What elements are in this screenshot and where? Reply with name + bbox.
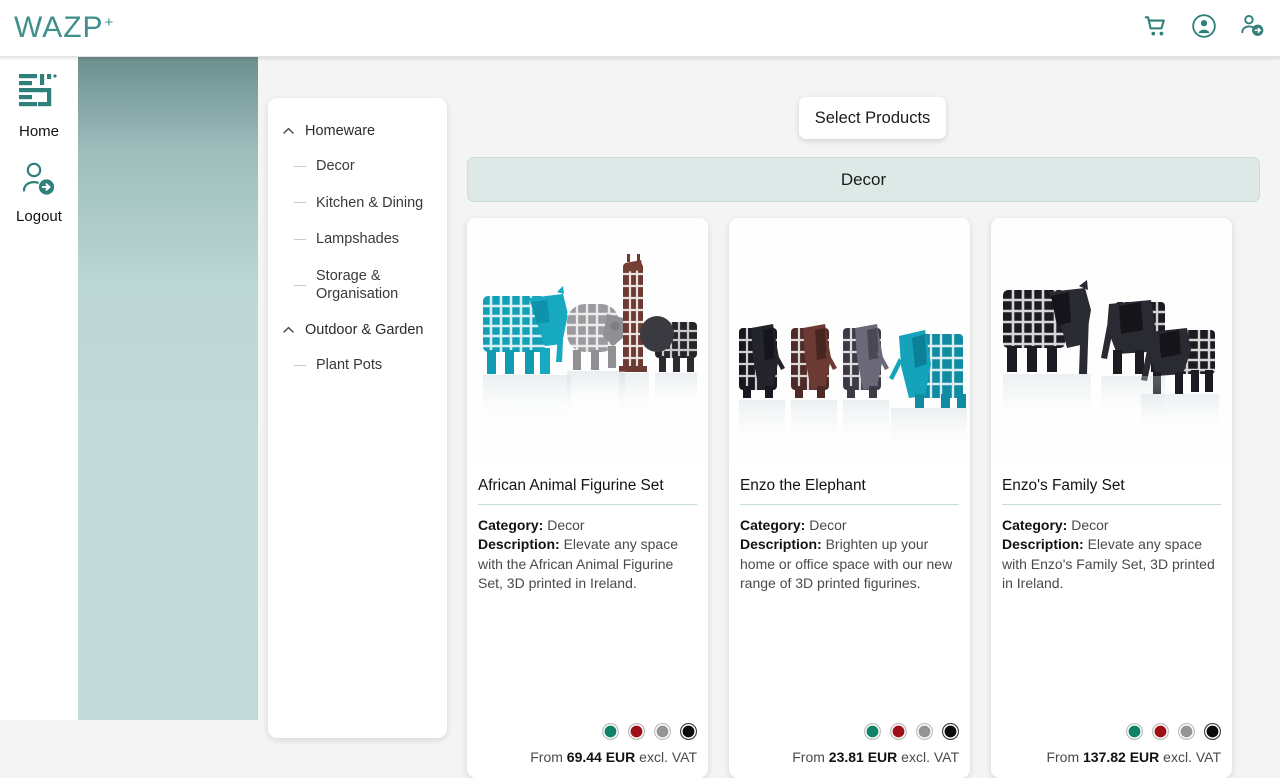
category-group-label: Homeware — [305, 123, 376, 139]
description-label: Description: — [1002, 536, 1084, 553]
product-card[interactable]: Enzo's Family Set Category: Decor Descri… — [991, 218, 1232, 778]
category-group-outdoor-garden[interactable]: Outdoor & Garden — [268, 313, 447, 347]
product-meta: Category: Decor Description: Elevate any… — [478, 516, 697, 593]
sidebar-item-home[interactable]: Home — [0, 71, 78, 140]
brand-logo[interactable]: WAZP + — [14, 13, 114, 43]
sidebar-item-home-label: Home — [18, 123, 59, 140]
product-category: Decor — [809, 517, 847, 533]
color-swatches — [740, 723, 959, 740]
product-footer: From 137.82 EUR excl. VAT — [991, 723, 1232, 778]
description-label: Description: — [478, 536, 560, 553]
top-bar: WAZP + — [0, 0, 1280, 57]
product-card[interactable]: Enzo the Elephant Category: Decor Descri… — [729, 218, 970, 778]
account-icon[interactable] — [1191, 13, 1217, 44]
left-nav-rail: Home Logout — [0, 57, 78, 720]
product-title: Enzo's Family Set — [1002, 477, 1125, 494]
product-price: From 137.82 EUR excl. VAT — [1002, 749, 1221, 765]
excl-vat-label: excl. VAT — [901, 749, 959, 765]
swatch-black[interactable] — [1204, 723, 1221, 740]
sidebar-item-logout[interactable]: Logout — [0, 160, 78, 225]
product-card[interactable]: African Animal Figurine Set Category: De… — [467, 218, 708, 778]
sidebar-item-logout-label: Logout — [16, 208, 62, 225]
logout-icon[interactable] — [1239, 12, 1266, 44]
from-label: From — [530, 749, 563, 765]
category-label: Category: — [478, 517, 544, 533]
product-body: Enzo's Family Set Category: Decor Descri… — [991, 465, 1232, 723]
dash-icon — [294, 238, 306, 240]
excl-vat-label: excl. VAT — [639, 749, 697, 765]
product-price: From 23.81 EUR excl. VAT — [740, 749, 959, 765]
divider — [740, 504, 959, 505]
select-products-button[interactable]: Select Products — [799, 97, 946, 139]
swatch-green[interactable] — [602, 723, 619, 740]
product-body: African Animal Figurine Set Category: De… — [467, 465, 708, 723]
price-value: 137.82 EUR — [1083, 749, 1160, 765]
cart-icon[interactable] — [1143, 13, 1169, 44]
main-content: Select Products Decor African Animal Fig… — [447, 57, 1280, 778]
price-value: 69.44 EUR — [566, 749, 636, 765]
description-label: Description: — [740, 536, 822, 553]
category-label: Category: — [740, 517, 806, 533]
top-bar-actions — [1143, 12, 1266, 44]
category-banner: Decor — [467, 157, 1260, 202]
chevron-up-icon — [282, 326, 295, 334]
brand-name: WAZP — [14, 11, 104, 44]
product-category: Decor — [1071, 517, 1109, 533]
category-item-label: Lampshades — [316, 231, 400, 248]
user-logout-icon — [16, 160, 62, 205]
product-footer: From 23.81 EUR excl. VAT — [729, 723, 970, 778]
dash-icon — [294, 284, 306, 286]
category-item-storage-organisation[interactable]: Storage & Organisation — [268, 258, 447, 313]
product-category: Decor — [547, 517, 585, 533]
category-group-label: Outdoor & Garden — [305, 321, 424, 338]
category-tree-panel: Homeware Decor Kitchen & Dining Lampshad… — [268, 98, 447, 738]
swatch-green[interactable] — [864, 723, 881, 740]
swatch-green[interactable] — [1126, 723, 1143, 740]
category-group-homeware[interactable]: Homeware — [268, 114, 447, 148]
color-swatches — [478, 723, 697, 740]
dash-icon — [294, 165, 306, 167]
product-grid: African Animal Figurine Set Category: De… — [467, 218, 1260, 778]
category-item-kitchen-dining[interactable]: Kitchen & Dining — [268, 185, 447, 222]
swatch-red[interactable] — [1152, 723, 1169, 740]
product-title: Enzo the Elephant — [740, 477, 866, 494]
brand-superscript: + — [104, 14, 115, 31]
product-price: From 69.44 EUR excl. VAT — [478, 749, 697, 765]
swatch-grey[interactable] — [1178, 723, 1195, 740]
category-item-plant-pots[interactable]: Plant Pots — [268, 347, 447, 384]
color-swatches — [1002, 723, 1221, 740]
african-animal-figurine-set-photo — [467, 218, 708, 465]
product-footer: From 69.44 EUR excl. VAT — [467, 723, 708, 778]
dash-icon — [294, 202, 306, 204]
category-item-label: Plant Pots — [316, 356, 383, 373]
category-item-label: Kitchen & Dining — [316, 194, 424, 211]
category-item-decor[interactable]: Decor — [268, 148, 447, 185]
product-meta: Category: Decor Description: Elevate any… — [1002, 516, 1221, 593]
category-item-label: Decor — [316, 158, 355, 174]
from-label: From — [792, 749, 825, 765]
product-meta: Category: Decor Description: Brighten up… — [740, 516, 959, 593]
swatch-red[interactable] — [890, 723, 907, 740]
product-title: African Animal Figurine Set — [478, 477, 664, 494]
swatch-grey[interactable] — [916, 723, 933, 740]
swatch-black[interactable] — [680, 723, 697, 740]
decorative-teal-panel — [78, 57, 258, 720]
chevron-up-icon — [282, 127, 295, 135]
product-body: Enzo the Elephant Category: Decor Descri… — [729, 465, 970, 723]
swatch-grey[interactable] — [654, 723, 671, 740]
swatch-red[interactable] — [628, 723, 645, 740]
enzos-family-set-photo — [991, 218, 1232, 465]
from-label: From — [1046, 749, 1080, 765]
category-item-label: Storage & Organisation — [316, 267, 399, 303]
price-value: 23.81 EUR — [828, 749, 898, 765]
category-item-lampshades[interactable]: Lampshades — [268, 221, 447, 258]
swatch-black[interactable] — [942, 723, 959, 740]
excl-vat-label: excl. VAT — [1163, 749, 1221, 765]
enzo-the-elephant-photo — [729, 218, 970, 465]
category-label: Category: — [1002, 517, 1068, 533]
dash-icon — [294, 364, 306, 366]
wazp-logo-icon — [16, 71, 62, 120]
divider — [478, 504, 697, 505]
divider — [1002, 504, 1221, 505]
